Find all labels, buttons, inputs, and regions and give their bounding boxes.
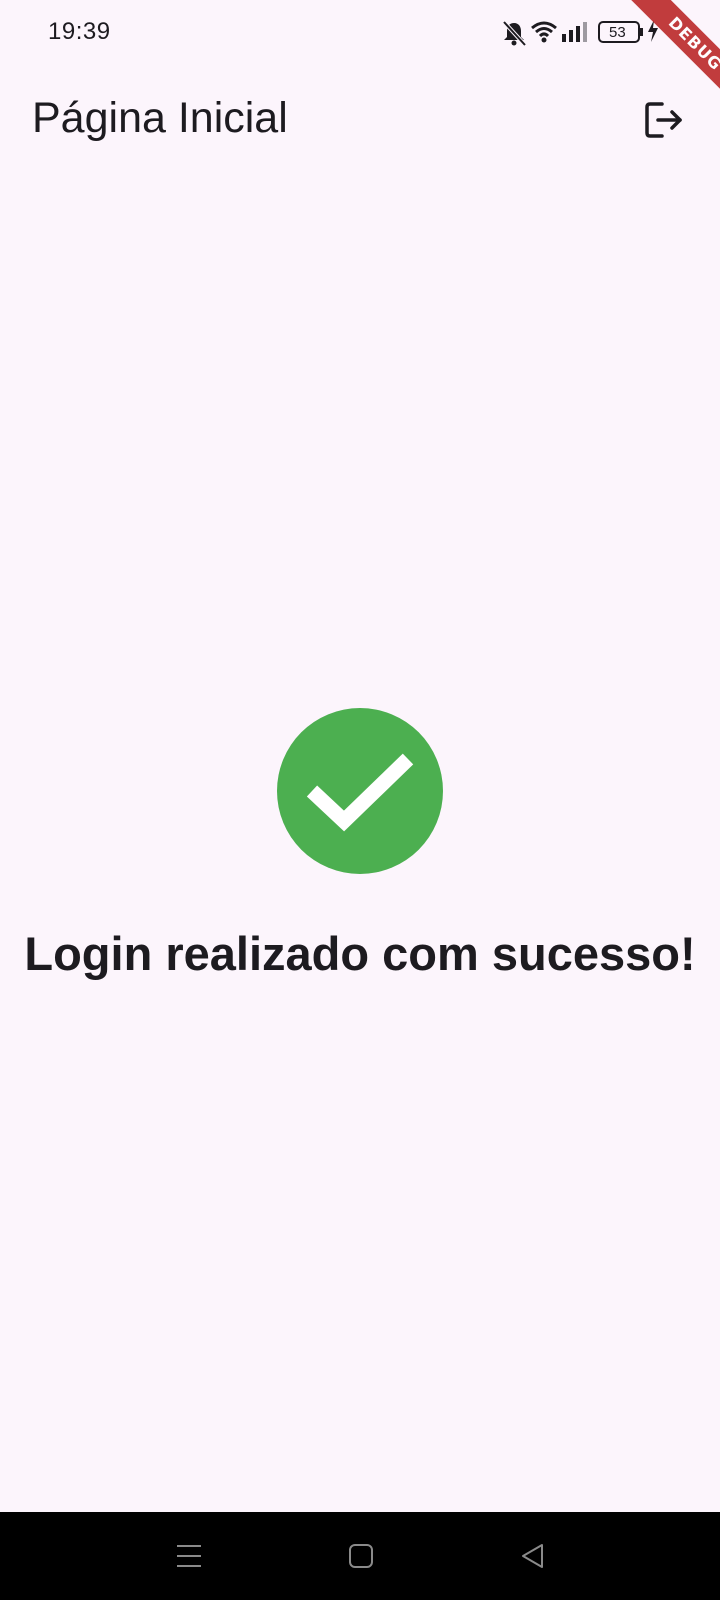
page-title: Página Inicial xyxy=(32,94,288,142)
menu-icon xyxy=(177,1545,201,1567)
status-bar: 19:39 53 xyxy=(0,0,720,64)
battery-level: 53 xyxy=(609,24,626,41)
status-icons: 53 xyxy=(500,18,680,47)
battery-icon: 53 xyxy=(598,21,643,43)
signal-icon xyxy=(562,22,587,42)
home-icon xyxy=(349,1544,373,1568)
nav-back-button[interactable] xyxy=(509,1532,557,1580)
status-time: 19:39 xyxy=(48,18,111,45)
success-message: Login realizado com sucesso! xyxy=(24,927,696,980)
charging-icon xyxy=(648,20,658,42)
logout-icon xyxy=(645,102,682,138)
check-circle-icon xyxy=(277,708,443,874)
wifi-icon xyxy=(531,21,557,43)
app-bar: Página Inicial xyxy=(0,64,720,176)
success-section: Login realizado com sucesso! xyxy=(0,708,720,981)
logout-button[interactable] xyxy=(628,84,700,156)
nav-menu-button[interactable] xyxy=(165,1532,213,1580)
system-nav-bar xyxy=(0,1512,720,1600)
nav-home-button[interactable] xyxy=(337,1532,385,1580)
back-icon xyxy=(522,1544,543,1568)
bell-muted-icon xyxy=(502,20,527,47)
